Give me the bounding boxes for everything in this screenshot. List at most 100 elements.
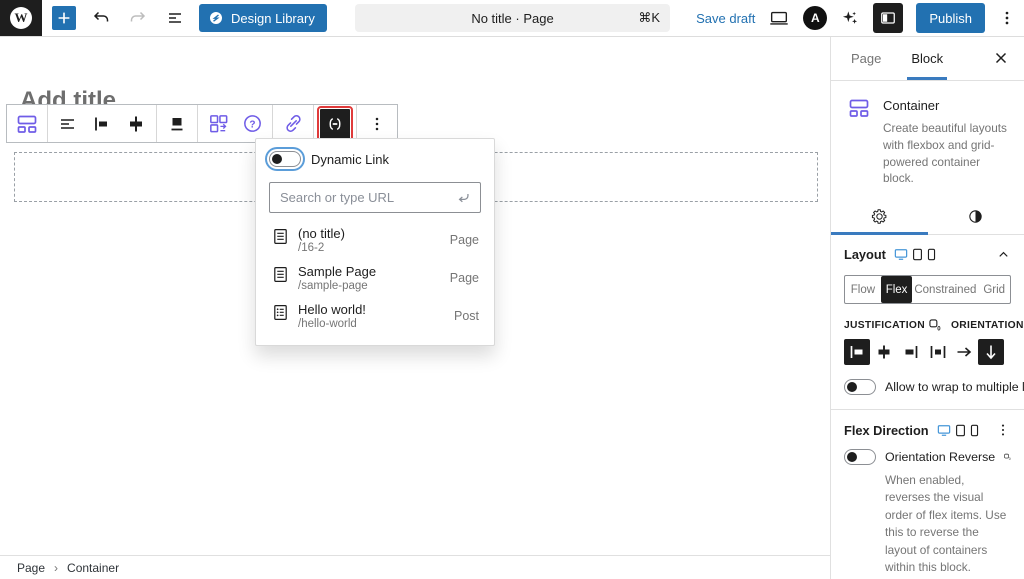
- publish-button[interactable]: Publish: [916, 3, 985, 33]
- flex-direction-title: Flex Direction: [844, 423, 929, 438]
- options-menu-button[interactable]: [998, 9, 1016, 27]
- document-title: No title · Page: [471, 11, 553, 26]
- wrap-toggle[interactable]: [844, 379, 876, 395]
- page-icon: [271, 265, 290, 284]
- layout-panel-title: Layout: [844, 247, 886, 262]
- block-options-button[interactable]: [360, 108, 394, 140]
- phone-icon[interactable]: [927, 248, 936, 261]
- layout-mode-grid[interactable]: Grid: [978, 276, 1010, 303]
- justify-space-between-button[interactable]: [925, 339, 951, 365]
- desktop-icon[interactable]: [937, 424, 951, 437]
- orientation-reverse-label: Orientation Reverse: [885, 450, 995, 464]
- wrap-toggle-label: Allow to wrap to multiple lines: [885, 380, 1024, 394]
- link-suggestion-row[interactable]: Hello world! /hello-world Post: [269, 297, 481, 335]
- tab-block[interactable]: Block: [907, 37, 947, 80]
- responsive-badge-icon: 0: [929, 319, 941, 331]
- align-button[interactable]: [51, 108, 85, 140]
- post-icon: [271, 303, 290, 322]
- link-suggestion-row[interactable]: Sample Page /sample-page Page: [269, 259, 481, 297]
- document-title-bar[interactable]: No title · Page ⌘K: [355, 4, 670, 32]
- arrow-right-icon: [954, 342, 974, 362]
- breadcrumb-page[interactable]: Page: [17, 561, 45, 575]
- justify-right-button[interactable]: [898, 339, 924, 365]
- avatar-letter: A: [811, 11, 820, 25]
- topbar-right-cluster: Save draft A Publish: [696, 0, 1016, 36]
- plus-icon: [55, 9, 73, 27]
- justification-label: JUSTIFICATION: [844, 320, 925, 331]
- orientation-options: [951, 339, 1013, 365]
- breadcrumb-container[interactable]: Container: [67, 561, 119, 575]
- min-height-button[interactable]: [160, 108, 194, 140]
- list-view-icon: [165, 8, 185, 28]
- layout-transform-button[interactable]: [201, 108, 235, 140]
- plugin-avatar-button[interactable]: A: [803, 6, 827, 30]
- container-block-icon: [15, 112, 39, 136]
- breadcrumb-separator: ›: [54, 561, 58, 575]
- orientation-reverse-toggle[interactable]: [844, 449, 876, 465]
- layout-mode-flex[interactable]: Flex: [881, 276, 913, 303]
- wordpress-menu-button[interactable]: W: [0, 0, 42, 36]
- layout-mode-constrained[interactable]: Constrained: [912, 276, 978, 303]
- link-button[interactable]: [276, 108, 310, 140]
- collapse-panel-button[interactable]: [996, 247, 1011, 262]
- tablet-icon[interactable]: [912, 248, 923, 261]
- ai-assistant-button[interactable]: [840, 8, 860, 28]
- link-suggestion-row[interactable]: (no title) /16-2 Page: [269, 221, 481, 259]
- responsive-device-icons: [937, 424, 979, 437]
- layout-mode-control: Flow Flex Constrained Grid: [844, 275, 1011, 304]
- orientation-horizontal-button[interactable]: [951, 339, 977, 365]
- alignment-lines-icon: [57, 113, 79, 135]
- tablet-icon[interactable]: [955, 424, 966, 437]
- settings-sidebar-toggle[interactable]: [873, 3, 903, 33]
- dynamic-link-button[interactable]: [320, 109, 350, 139]
- help-icon: ?: [241, 112, 264, 135]
- panel-options-button[interactable]: [995, 422, 1011, 438]
- tab-styles[interactable]: [928, 199, 1024, 234]
- justification-options: [844, 339, 951, 365]
- tab-page[interactable]: Page: [847, 37, 885, 80]
- chevron-up-icon: [996, 247, 1011, 262]
- justify-left-button[interactable]: [844, 339, 870, 365]
- orientation-label: ORIENTATION: [951, 320, 1024, 331]
- block-inserter-button[interactable]: [52, 6, 76, 30]
- dynamic-link-toggle[interactable]: [269, 151, 301, 167]
- suggestion-type-badge: Page: [450, 233, 479, 247]
- url-search-input[interactable]: [280, 190, 448, 205]
- link-popover: Dynamic Link (no title) /16-2 Page: [255, 138, 495, 346]
- suggestion-type-badge: Post: [454, 309, 479, 323]
- undo-button[interactable]: [89, 6, 113, 30]
- vertical-align-button[interactable]: [119, 108, 153, 140]
- close-icon: [994, 51, 1008, 65]
- phone-icon[interactable]: [970, 424, 979, 437]
- orientation-vertical-button[interactable]: [978, 339, 1004, 365]
- close-sidebar-button[interactable]: [990, 48, 1012, 70]
- justify-left-button[interactable]: [85, 108, 119, 140]
- settings-sidebar-icon: [878, 8, 898, 28]
- justify-center-button[interactable]: [871, 339, 897, 365]
- layout-panel: Layout Flow Flex Constrained Grid: [831, 235, 1024, 410]
- url-search-field[interactable]: [269, 182, 481, 213]
- svg-text:0: 0: [937, 326, 941, 331]
- container-block-icon: [847, 96, 871, 120]
- design-library-button[interactable]: Design Library: [199, 4, 327, 32]
- block-card-title: Container: [883, 98, 1008, 113]
- preview-button[interactable]: [768, 7, 790, 29]
- redo-button[interactable]: [126, 6, 150, 30]
- container-block-switcher-button[interactable]: [10, 108, 44, 140]
- editor-canvas[interactable]: Add title: [0, 37, 830, 555]
- link-suggestions-list: (no title) /16-2 Page Sample Page /sampl…: [269, 221, 481, 335]
- block-card: Container Create beautiful layouts with …: [831, 81, 1024, 199]
- more-options-icon: [995, 422, 1011, 438]
- gutenberg-editor: W Design Library No title · Page ⌘K Save…: [0, 0, 1024, 579]
- enter-icon: [454, 189, 472, 207]
- layout-mode-flow[interactable]: Flow: [845, 276, 881, 303]
- design-library-icon: [208, 10, 224, 26]
- suggestion-slug: /hello-world: [298, 318, 446, 330]
- tab-settings[interactable]: [831, 199, 928, 234]
- save-draft-button[interactable]: Save draft: [696, 11, 755, 26]
- page-icon: [271, 227, 290, 246]
- arrow-down-icon: [981, 342, 1001, 362]
- help-button[interactable]: ?: [235, 108, 269, 140]
- desktop-icon[interactable]: [894, 248, 908, 261]
- document-overview-button[interactable]: [163, 6, 187, 30]
